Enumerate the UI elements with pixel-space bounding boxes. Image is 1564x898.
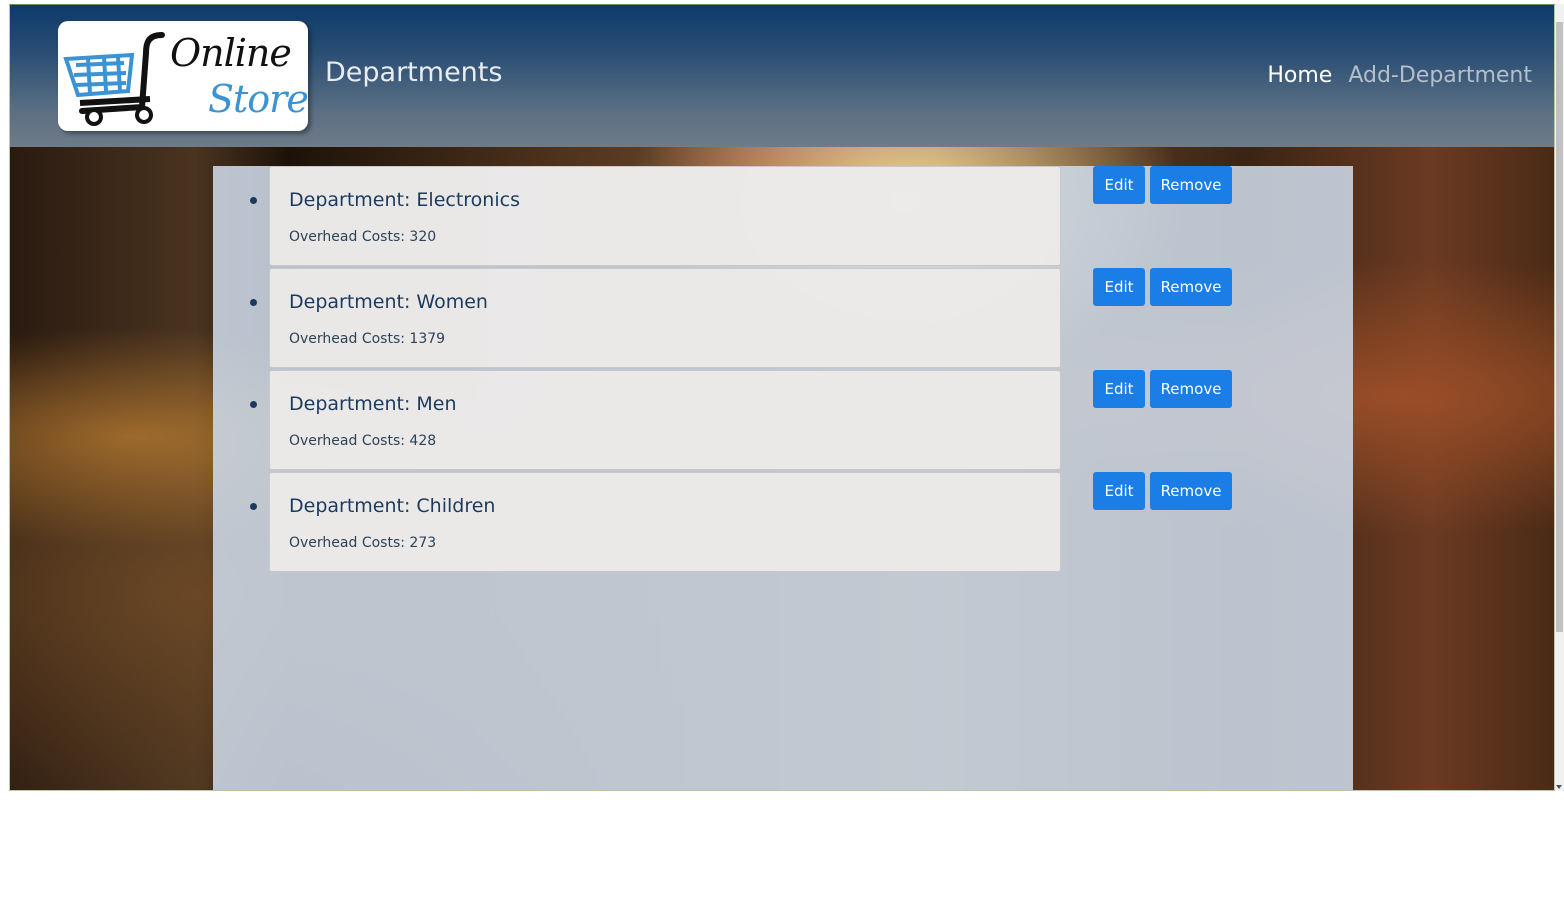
list-item: Department: Electronics Overhead Costs: … bbox=[213, 166, 1313, 268]
department-name: Department: Children bbox=[289, 495, 496, 517]
vertical-scrollbar[interactable] bbox=[1555, 4, 1564, 791]
bullet-icon bbox=[250, 197, 257, 204]
department-card: Department: Children Overhead Costs: 273 bbox=[269, 472, 1061, 572]
scroll-down-arrow-icon[interactable] bbox=[1556, 785, 1562, 789]
content-panel: Department: Electronics Overhead Costs: … bbox=[213, 166, 1353, 790]
department-card: Department: Men Overhead Costs: 428 bbox=[269, 370, 1061, 470]
edit-button[interactable]: Edit bbox=[1093, 166, 1145, 204]
department-cost: Overhead Costs: 428 bbox=[289, 433, 437, 449]
remove-button[interactable]: Remove bbox=[1150, 370, 1232, 408]
department-cost: Overhead Costs: 273 bbox=[289, 535, 437, 551]
department-name: Department: Women bbox=[289, 291, 488, 313]
remove-button[interactable]: Remove bbox=[1150, 268, 1232, 306]
department-name: Department: Electronics bbox=[289, 189, 520, 211]
nav-home-link[interactable]: Home bbox=[1267, 63, 1332, 88]
list-item: Department: Women Overhead Costs: 1379 E… bbox=[213, 268, 1313, 370]
logo-text-store: Store bbox=[208, 77, 308, 121]
browser-viewport: Online Store Departments Home Add-Depart… bbox=[9, 4, 1555, 791]
nav-add-department-link[interactable]: Add-Department bbox=[1348, 63, 1532, 88]
store-logo[interactable]: Online Store bbox=[58, 21, 308, 131]
remove-button[interactable]: Remove bbox=[1150, 472, 1232, 510]
department-name: Department: Men bbox=[289, 393, 457, 415]
edit-button[interactable]: Edit bbox=[1093, 472, 1145, 510]
nav-links: Home Add-Department bbox=[1267, 63, 1532, 88]
page-title: Departments bbox=[325, 57, 503, 88]
shopping-cart-icon bbox=[63, 32, 165, 126]
bullet-icon bbox=[250, 299, 257, 306]
bullet-icon bbox=[250, 401, 257, 408]
remove-button[interactable]: Remove bbox=[1150, 166, 1232, 204]
department-card: Department: Women Overhead Costs: 1379 bbox=[269, 268, 1061, 368]
edit-button[interactable]: Edit bbox=[1093, 268, 1145, 306]
department-cost: Overhead Costs: 320 bbox=[289, 229, 437, 245]
department-card: Department: Electronics Overhead Costs: … bbox=[269, 166, 1061, 266]
logo-text-online: Online bbox=[170, 31, 292, 75]
list-item: Department: Men Overhead Costs: 428 Edit… bbox=[213, 370, 1313, 472]
list-item: Department: Children Overhead Costs: 273… bbox=[213, 472, 1313, 574]
edit-button[interactable]: Edit bbox=[1093, 370, 1145, 408]
department-cost: Overhead Costs: 1379 bbox=[289, 331, 446, 347]
scrollbar-thumb[interactable] bbox=[1556, 22, 1563, 632]
navbar: Online Store Departments Home Add-Depart… bbox=[10, 5, 1554, 147]
bullet-icon bbox=[250, 503, 257, 510]
